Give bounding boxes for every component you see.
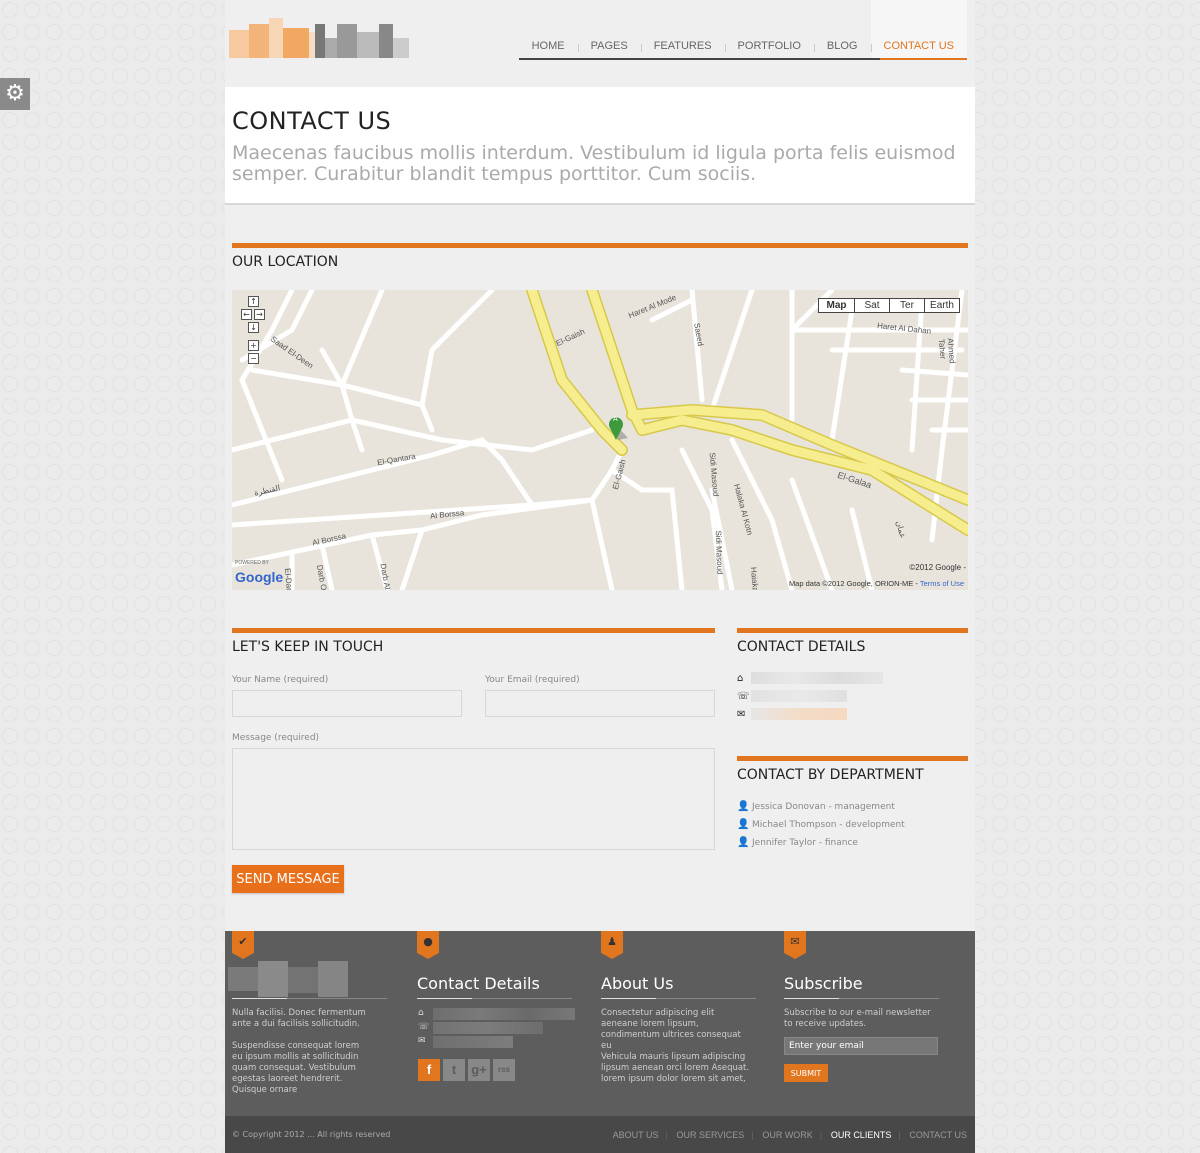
copyright-text: © Copyright 2012 ... All rights reserved bbox=[232, 1130, 391, 1139]
map-label: El-Dar bbox=[282, 567, 294, 590]
mail-icon: ✉ bbox=[737, 708, 746, 720]
footer-contact-title: Contact Details bbox=[417, 974, 540, 993]
footer-about-us-text: Vehicula mauris lipsum adipiscing lipsum… bbox=[601, 1052, 750, 1084]
footer-logo bbox=[228, 961, 348, 997]
phone-icon: ☏ bbox=[418, 1022, 430, 1032]
nav-blog[interactable]: BLOG bbox=[813, 0, 871, 58]
section-rule bbox=[232, 628, 715, 633]
department-item[interactable]: 👤 Michael Thompson - development bbox=[737, 819, 905, 830]
subscribe-text: Subscribe to our e-mail newsletter to re… bbox=[784, 1008, 931, 1029]
main-nav: HOME PAGES FEATURES PORTFOLIO BLOG CONTA… bbox=[518, 0, 967, 60]
section-rule bbox=[737, 756, 968, 761]
zoom-out-icon[interactable]: − bbox=[248, 353, 259, 364]
map-type-earth[interactable]: Earth bbox=[924, 299, 959, 312]
google-plus-icon[interactable]: g+ bbox=[468, 1059, 490, 1081]
footer: ✔ ● ♟ ✉ Nulla facilisi. Donec fermentum … bbox=[225, 931, 975, 1116]
user-icon: 👤 bbox=[737, 819, 750, 830]
name-field[interactable] bbox=[232, 690, 462, 717]
email-label: Your Email (required) bbox=[485, 675, 580, 685]
footer-rule bbox=[417, 998, 572, 999]
message-label: Message (required) bbox=[232, 733, 320, 743]
message-field[interactable] bbox=[232, 748, 715, 850]
page-title: CONTACT US bbox=[232, 107, 392, 135]
map-attribution: Map data ©2012 Google, ORION-ME - Terms … bbox=[788, 579, 964, 588]
map-type-control: Map Sat Ter Earth bbox=[818, 298, 960, 313]
google-logo[interactable]: POWERED BY Google bbox=[235, 560, 283, 585]
footer-about-text: Suspendisse consequat lorem eu ipsum mol… bbox=[232, 1041, 360, 1095]
envelope-icon: ✉ bbox=[784, 931, 806, 959]
subscribe-email-input[interactable]: Enter your email bbox=[784, 1037, 938, 1055]
rss-icon[interactable]: rss bbox=[493, 1059, 515, 1081]
home-icon: ⌂ bbox=[418, 1008, 424, 1018]
nav-contact-us[interactable]: CONTACT US bbox=[870, 0, 967, 58]
footer-link-contact-us[interactable]: CONTACT US bbox=[898, 1130, 967, 1140]
terms-of-use-link[interactable]: Terms of Use bbox=[920, 579, 964, 588]
section-rule bbox=[737, 628, 968, 633]
send-message-button[interactable]: SEND MESSAGE bbox=[232, 865, 344, 893]
subscribe-submit-button[interactable]: SUBMIT bbox=[784, 1064, 828, 1082]
nav-pages[interactable]: PAGES bbox=[577, 0, 641, 58]
map-type-ter[interactable]: Ter bbox=[889, 299, 924, 312]
contact-details-title: CONTACT DETAILS bbox=[737, 639, 866, 655]
department-item[interactable]: 👤 Jennifer Taylor - finance bbox=[737, 837, 858, 848]
contact-phone-row: ☏ bbox=[737, 689, 847, 703]
footer-link-our-services[interactable]: OUR SERVICES bbox=[665, 1130, 753, 1140]
home-icon: ⌂ bbox=[737, 672, 744, 684]
email-field[interactable] bbox=[485, 690, 715, 717]
map-label: Sidi Masoud bbox=[713, 530, 725, 575]
footer-rule bbox=[784, 998, 939, 999]
zoom-in-icon[interactable]: + bbox=[248, 340, 259, 351]
nav-active-indicator bbox=[880, 58, 967, 60]
name-label: Your Name (required) bbox=[232, 675, 329, 685]
check-icon: ✔ bbox=[232, 931, 254, 959]
facebook-icon[interactable]: f bbox=[418, 1059, 440, 1081]
settings-gear-icon[interactable]: ⚙ bbox=[0, 78, 30, 110]
mail-icon: ✉ bbox=[418, 1036, 426, 1046]
user-icon: 👤 bbox=[737, 801, 750, 812]
twitter-icon[interactable]: t bbox=[443, 1059, 465, 1081]
footer-rule bbox=[232, 998, 387, 999]
map-type-sat[interactable]: Sat bbox=[854, 299, 889, 312]
powered-by-label: POWERED BY bbox=[235, 560, 269, 566]
footer-about-us-text: Consectetur adipiscing elit aeneane lore… bbox=[601, 1008, 741, 1051]
map-copyright: ©2012 Google - bbox=[909, 563, 966, 572]
nav-home[interactable]: HOME bbox=[519, 0, 578, 58]
pan-down-icon[interactable]: ↓ bbox=[248, 322, 259, 333]
page-subtitle: Maecenas faucibus mollis interdum. Vesti… bbox=[232, 142, 956, 185]
users-icon: ♟ bbox=[601, 931, 623, 959]
department-title: CONTACT BY DEPARTMENT bbox=[737, 767, 924, 783]
nav-features[interactable]: FEATURES bbox=[640, 0, 725, 58]
location-map[interactable]: A El-Galaa El-Qantara Al Borssa Al Borss… bbox=[232, 290, 968, 590]
map-pin-icon: ● bbox=[417, 931, 439, 959]
form-title: LET'S KEEP IN TOUCH bbox=[232, 639, 384, 655]
pan-left-icon[interactable]: ← bbox=[241, 309, 252, 320]
footer-links: ABOUT US OUR SERVICES OUR WORK OUR CLIEN… bbox=[604, 1130, 967, 1140]
location-title: OUR LOCATION bbox=[232, 254, 339, 270]
social-links: f t g+ rss bbox=[418, 1059, 515, 1081]
footer-link-our-work[interactable]: OUR WORK bbox=[751, 1130, 822, 1140]
pan-right-icon[interactable]: → bbox=[254, 309, 265, 320]
footer-about-text: Nulla facilisi. Donec fermentum ante a d… bbox=[232, 1008, 366, 1029]
footer-rule bbox=[601, 998, 756, 999]
page-container: HOME PAGES FEATURES PORTFOLIO BLOG CONTA… bbox=[225, 0, 975, 1153]
contact-email-row: ✉ bbox=[737, 707, 847, 721]
map-marker-label: A bbox=[613, 416, 618, 423]
phone-icon: ☏ bbox=[737, 690, 750, 702]
contact-address-row: ⌂ bbox=[737, 671, 883, 685]
footer-subscribe-title: Subscribe bbox=[784, 974, 863, 993]
footer-about-title: About Us bbox=[601, 974, 674, 993]
user-icon: 👤 bbox=[737, 837, 750, 848]
footer-link-about-us[interactable]: ABOUT US bbox=[604, 1130, 668, 1140]
map-roads bbox=[232, 290, 968, 590]
map-type-map[interactable]: Map bbox=[819, 299, 854, 312]
section-rule bbox=[232, 243, 968, 248]
map-label: Ahmed Taher bbox=[936, 337, 957, 364]
nav-portfolio[interactable]: PORTFOLIO bbox=[724, 0, 814, 58]
page-hero: CONTACT US Maecenas faucibus mollis inte… bbox=[225, 87, 975, 205]
logo[interactable] bbox=[229, 18, 409, 60]
pan-up-icon[interactable]: ↑ bbox=[248, 296, 259, 307]
department-item[interactable]: 👤 Jessica Donovan - management bbox=[737, 801, 895, 812]
bottom-bar: © Copyright 2012 ... All rights reserved… bbox=[225, 1116, 975, 1153]
footer-link-our-clients[interactable]: OUR CLIENTS bbox=[820, 1130, 901, 1140]
